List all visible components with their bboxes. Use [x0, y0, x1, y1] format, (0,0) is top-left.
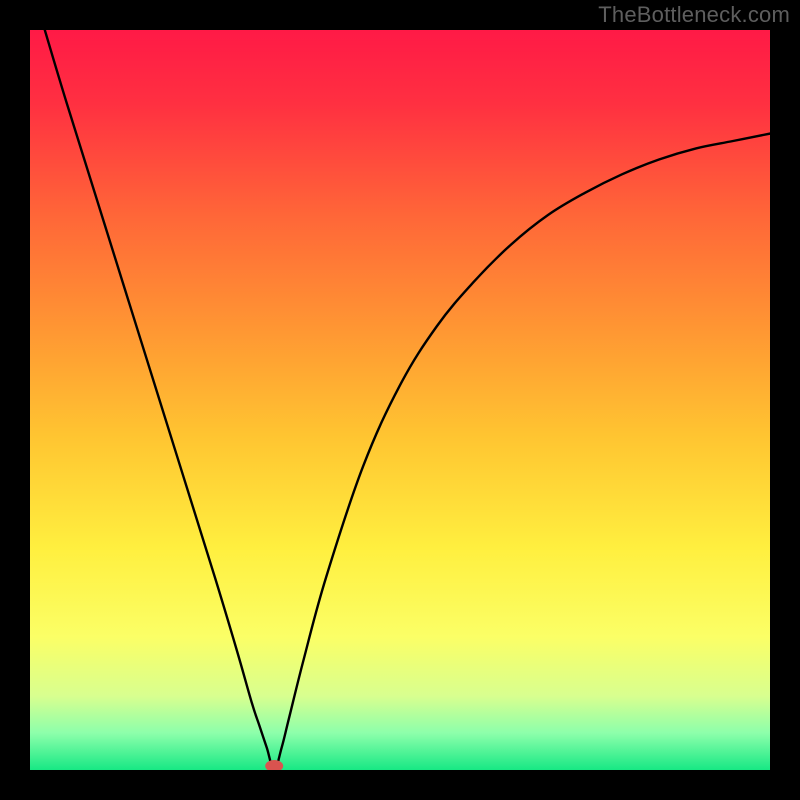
- chart-background: [30, 30, 770, 770]
- chart-svg: [30, 30, 770, 770]
- plot-area: [30, 30, 770, 770]
- watermark-label: TheBottleneck.com: [598, 2, 790, 28]
- chart-container: TheBottleneck.com: [0, 0, 800, 800]
